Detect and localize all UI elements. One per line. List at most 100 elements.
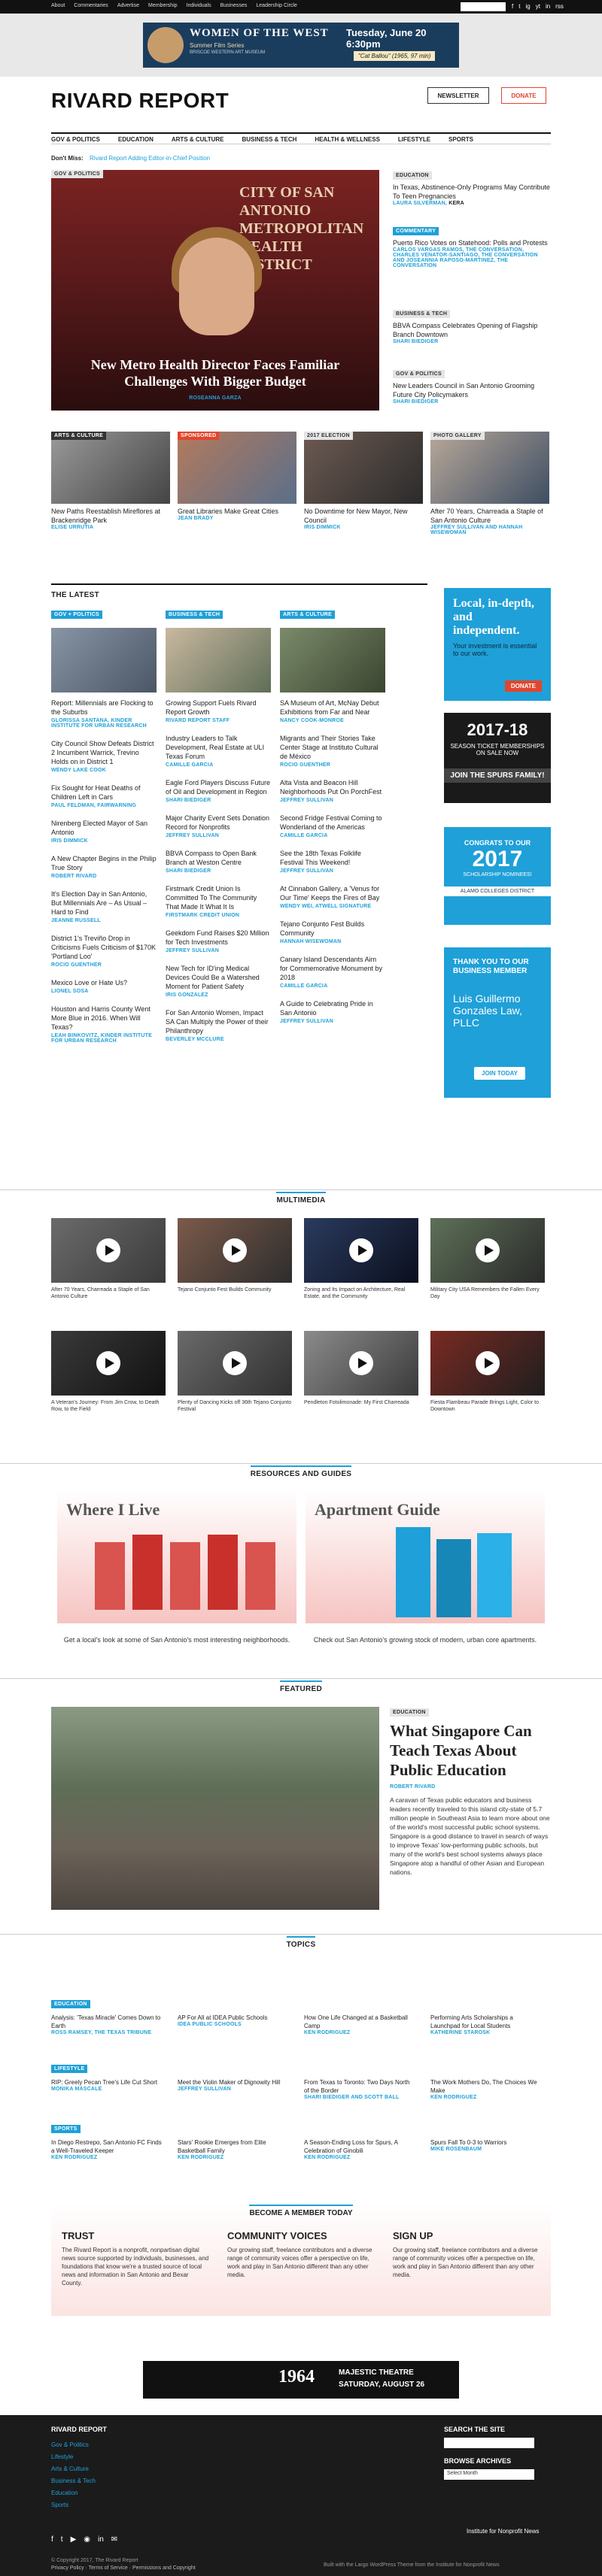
featured-author[interactable]: ROBERT RIVARD [390,1784,551,1790]
rail-title[interactable]: New Leaders Council in San Antonio Groom… [393,381,551,399]
latest-item-title[interactable]: Major Charity Event Sets Donation Record… [166,814,271,832]
theme-credit[interactable]: Built with the Largo WordPress Theme fro… [324,2562,500,2568]
rail-story[interactable]: BUSINESS & TECH BBVA Compass Celebrates … [393,308,551,344]
dont-miss-link[interactable]: Rivard Report Adding Editor-in-Chief Pos… [90,155,210,162]
linkedin-icon[interactable]: in [98,2535,104,2544]
topic-tag-lifestyle[interactable]: LIFESTYLE [51,2065,88,2073]
latest-item-title[interactable]: Firstmark Credit Union Is Committed To T… [166,884,271,911]
where-i-live-guide[interactable]: Where I Live [57,1490,296,1623]
strip-title[interactable]: New Paths Reestablish Mireflores at Brac… [51,507,170,525]
latest-item-title[interactable]: Fix Sought for Heat Deaths of Children L… [51,783,157,802]
topic-tag-education[interactable]: EDUCATION [51,2000,90,2008]
rail-title[interactable]: BBVA Compass Celebrates Opening of Flags… [393,321,551,339]
strip-story[interactable]: SPONSORED Great Libraries Make Great Cit… [178,432,296,521]
side-donate-button[interactable]: DONATE [504,680,542,692]
linkedin-icon[interactable]: in [546,3,550,10]
rail-story[interactable]: COMMENTARY Puerto Rico Votes on Statehoo… [393,226,551,268]
rail-tag[interactable]: COMMENTARY [393,227,439,235]
latest-item-title[interactable]: A Guide to Celebrating Pride in San Anto… [280,999,385,1017]
latest-item-title[interactable]: Houston and Harris County Went More Blue… [51,1005,157,1032]
apartment-guide[interactable]: Apartment Guide [306,1490,545,1623]
latest-col-photo[interactable] [280,628,385,692]
video-card[interactable]: A Veteran's Journey: From Jim Crow, to D… [51,1331,166,1413]
latest-item-title[interactable]: A New Chapter Begins in the Philip True … [51,854,157,872]
alamo-ad[interactable]: CONGRATS TO OUR 2017 SCHOLARSHIP NOMINEE… [444,827,551,925]
strip-photo[interactable]: 2017 ELECTION [304,432,423,504]
latest-item-title[interactable]: District 1's Treviño Drop in Criticisms … [51,934,157,961]
email-icon[interactable]: ✉ [111,2535,117,2544]
video-card[interactable]: Fiesta Flambeau Parade Brings Light, Col… [430,1331,545,1413]
latest-item-title[interactable]: Second Fridge Festival Coming to Wonderl… [280,814,385,832]
nav-gov-politics[interactable]: GOV & POLITICS [51,136,100,144]
hero-author[interactable]: ROSEANNA GARZA [51,395,379,401]
latest-col-tag[interactable]: ARTS & CULTURE [280,611,336,619]
latest-col-tag[interactable]: BUSINESS & TECH [166,611,223,619]
strip-photo[interactable]: ARTS & CULTURE [51,432,170,504]
rail-tag[interactable]: EDUCATION [393,171,432,180]
top-search-input[interactable] [461,2,506,11]
utility-link-membership[interactable]: Membership [148,3,178,8]
spurs-ad[interactable]: 2017-18 SEASON TICKET MEMBERSHIPS ON SAL… [444,713,551,803]
featured-headline[interactable]: What Singapore Can Teach Texas About Pub… [390,1721,551,1780]
strip-title[interactable]: No Downtime for New Mayor, New Council [304,507,423,525]
majestic-theatre-ad[interactable]: 1964 MAJESTIC THEATRE SATURDAY, AUGUST 2… [143,2361,459,2399]
video-card[interactable]: Plenty of Dancing Kicks off 36th Tejano … [178,1331,292,1413]
instagram-icon[interactable]: ig [525,3,530,10]
nav-business-tech[interactable]: BUSINESS & TECH [242,136,297,144]
strip-story[interactable]: PHOTO GALLERY After 70 Years, Charreada … [430,432,549,535]
utility-link-leadership[interactable]: Leadership Circle [256,3,296,8]
nav-health-wellness[interactable]: HEALTH & WELLNESS [315,136,380,144]
topic-tag-sports[interactable]: SPORTS [51,2125,81,2133]
rail-author[interactable]: SHARI BIEDIGER [393,399,551,405]
featured-tag[interactable]: EDUCATION [390,1708,429,1717]
strip-title[interactable]: After 70 Years, Charreada a Staple of Sa… [430,507,549,525]
latest-item-title[interactable]: SA Museum of Art, McNay Debut Exhibition… [280,699,385,717]
hero-title[interactable]: New Metro Health Director Faces Familiar… [66,356,364,389]
footer-brand[interactable]: RIVARD REPORT [51,2426,107,2433]
latest-item-title[interactable]: Tejano Conjunto Fest Builds Community [280,920,385,938]
inn-logo[interactable]: Institute for Nonprofit News [467,2528,539,2535]
latest-item-title[interactable]: Canary Island Descendants Aim for Commem… [280,955,385,982]
latest-item-title[interactable]: For San Antonio Women, Impact SA Can Mul… [166,1008,271,1035]
rail-author[interactable]: CARLOS VARGAS RAMOS, THE CONVERSATION, C… [393,247,551,268]
instagram-icon[interactable]: ◉ [84,2535,90,2544]
utility-link-individuals[interactable]: Individuals [187,3,211,8]
utility-link-about[interactable]: About [51,3,65,8]
latest-item-title[interactable]: Alta Vista and Beacon Hill Neighborhoods… [280,778,385,796]
nav-education[interactable]: EDUCATION [118,136,154,144]
latest-item-title[interactable]: At Cinnabon Gallery, a 'Venus for Our Ti… [280,884,385,902]
site-logo[interactable]: RIVARD REPORT [51,89,229,113]
latest-item-title[interactable]: Nirenberg Elected Mayor of San Antonio [51,819,157,837]
strip-author[interactable]: IRIS DIMMICK [304,525,423,530]
utility-link-businesses[interactable]: Businesses [220,3,248,8]
newsletter-button[interactable]: NEWSLETTER [427,87,489,104]
latest-item-title[interactable]: See the 18th Texas Folklife Festival Thi… [280,849,385,867]
video-card[interactable]: Pendleton Fotolimonade: My First Charrea… [304,1331,418,1406]
latest-col-photo[interactable] [166,628,271,692]
latest-item-title[interactable]: Mexico Love or Hate Us? [51,978,157,987]
latest-item-title[interactable]: City Council Show Defeats District 2 Inc… [51,739,157,766]
donate-button[interactable]: DONATE [501,87,546,104]
strip-story[interactable]: ARTS & CULTURE New Paths Reestablish Mir… [51,432,170,530]
legal-links[interactable]: Privacy Policy · Terms of Service · Perm… [51,2565,196,2571]
latest-item-title[interactable]: Eagle Ford Players Discuss Future of Oil… [166,778,271,796]
rail-tag[interactable]: BUSINESS & TECH [393,310,451,318]
youtube-icon[interactable]: yt [536,3,540,10]
video-card[interactable]: Military City USA Remembers the Fallen E… [430,1218,545,1300]
nav-sports[interactable]: SPORTS [448,136,473,144]
film-series-ad[interactable]: WOMEN OF THE WEST Summer Film Series BRI… [143,23,459,68]
rail-author[interactable]: SHARI BIEDIGER [393,339,551,344]
rail-tag[interactable]: GOV & POLITICS [393,370,445,378]
strip-story[interactable]: 2017 ELECTION No Downtime for New Mayor,… [304,432,423,530]
strip-photo[interactable]: SPONSORED [178,432,296,504]
video-card[interactable]: Zoning and Its Impact on Architecture, R… [304,1218,418,1300]
rail-story[interactable]: EDUCATION In Texas, Abstinence-Only Prog… [393,170,551,206]
video-card[interactable]: After 70 Years, Charreada a Staple of Sa… [51,1218,166,1300]
latest-item-title[interactable]: Growing Support Fuels Rivard Report Grow… [166,699,271,717]
strip-author[interactable]: JEFFREY SULLIVAN AND HANNAH WISEWOMAN [430,525,549,535]
strip-author[interactable]: ELISE URRUTIA [51,525,170,530]
member-signup[interactable]: SIGN UP Our growing staff, freelance cont… [393,2230,540,2279]
rail-story[interactable]: GOV & POLITICS New Leaders Council in Sa… [393,368,551,405]
latest-item-title[interactable]: New Tech for ID'ing Medical Devices Coul… [166,964,271,991]
latest-item-title[interactable]: BBVA Compass to Open Bank Branch at West… [166,849,271,867]
